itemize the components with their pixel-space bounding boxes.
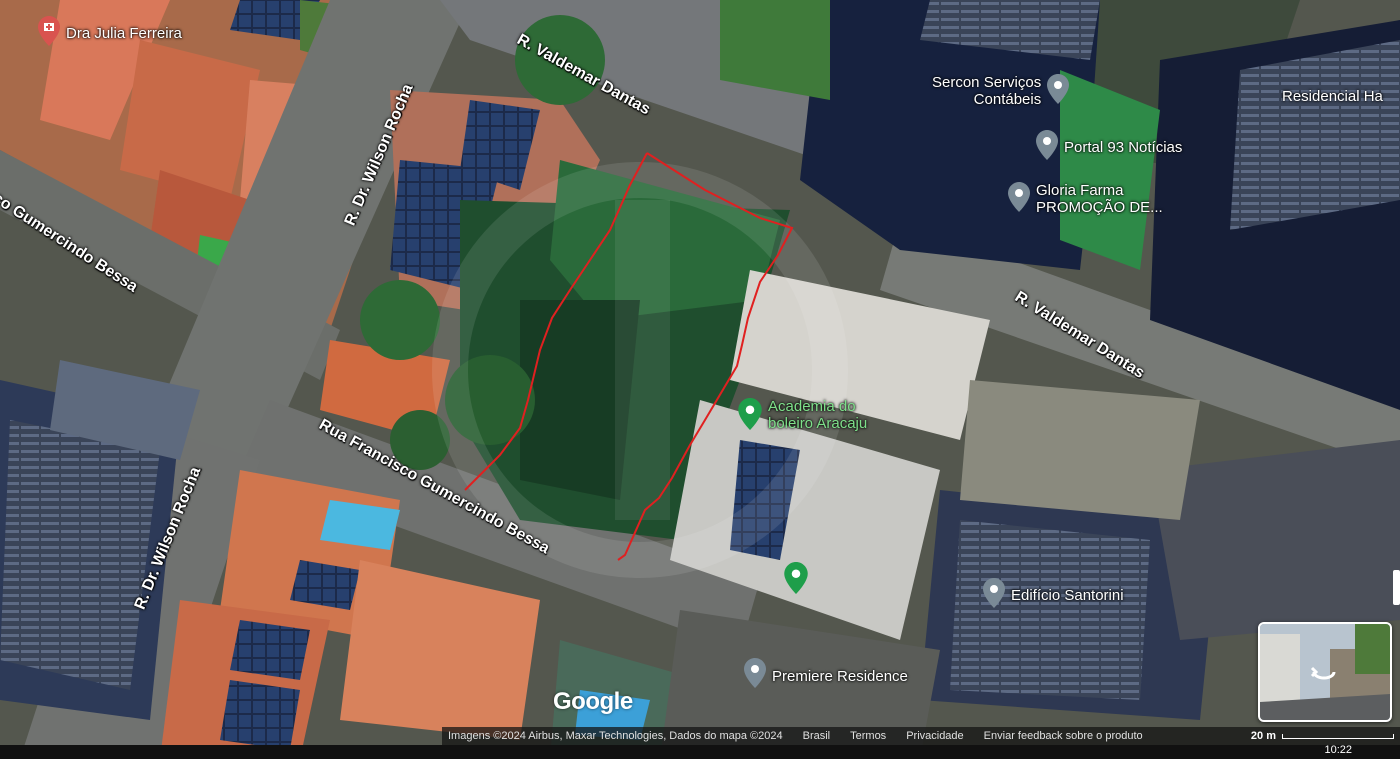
poi-residencial[interactable]: Residencial Ha	[1282, 88, 1383, 105]
scale-label: 20 m	[1250, 730, 1276, 742]
poi-academia[interactable]: Academia do boleiro Aracaju	[738, 398, 867, 432]
poi-name: Residencial Ha	[1282, 88, 1383, 105]
map-edge-control[interactable]	[1393, 570, 1400, 605]
scale-bar	[1282, 733, 1394, 739]
satellite-map[interactable]: R. Valdemar Dantas R. Valdemar Dantas R.…	[0, 0, 1400, 759]
poi-name-line1: Sercon Serviços	[932, 74, 1042, 91]
poi-name: Portal 93 Notícias	[1064, 139, 1183, 156]
unnamed-place-pin[interactable]	[784, 562, 808, 599]
place-pin-icon	[738, 398, 762, 430]
privacy-link[interactable]: Privacidade	[906, 730, 963, 742]
poi-name: Dra Julia Ferreira	[66, 25, 182, 42]
poi-sercon[interactable]: Sercon Serviços Contábeis	[932, 74, 1070, 108]
street-view-thumbnail[interactable]	[1258, 622, 1392, 722]
terms-link[interactable]: Termos	[850, 730, 886, 742]
medical-pin-icon	[38, 16, 60, 46]
google-logo: Google	[553, 688, 633, 715]
taskbar-clock: 10:22	[1324, 744, 1352, 756]
scale-control[interactable]: 20 m	[1251, 730, 1394, 742]
attribution-bar: Imagens ©2024 Airbus, Maxar Technologies…	[442, 727, 1400, 745]
place-pin-icon	[1047, 74, 1070, 104]
poi-name: Premiere Residence	[772, 668, 908, 685]
poi-premiere-residence[interactable]: Premiere Residence	[744, 658, 908, 688]
poi-edificio-santorini[interactable]: Edifício Santorini	[983, 578, 1124, 608]
poi-name-line2: Contábeis	[973, 91, 1042, 108]
poi-name-line1: Academia do	[768, 398, 856, 415]
place-pin-icon	[784, 562, 808, 594]
poi-portal-93[interactable]: Portal 93 Notícias	[1036, 130, 1182, 160]
imagery-credit: Imagens ©2024 Airbus, Maxar Technologies…	[448, 730, 783, 742]
place-pin-icon	[983, 578, 1005, 608]
street-view-preview-image	[1260, 624, 1390, 720]
taskbar: 10:22	[0, 744, 1400, 759]
place-pin-icon	[1008, 182, 1030, 212]
poi-dra-julia-ferreira[interactable]: Dra Julia Ferreira	[38, 16, 182, 46]
parcel-outline	[464, 152, 794, 561]
country-link[interactable]: Brasil	[803, 730, 831, 742]
place-pin-icon	[1036, 130, 1058, 160]
feedback-link[interactable]: Enviar feedback sobre o produto	[984, 730, 1143, 742]
poi-name-line2: PROMOÇÃO DE...	[1036, 199, 1163, 216]
poi-name-line1: Gloria Farma	[1036, 182, 1124, 199]
poi-name-line2: boleiro Aracaju	[768, 415, 868, 432]
poi-name: Edifício Santorini	[1011, 587, 1124, 604]
place-pin-icon	[744, 658, 766, 688]
poi-gloria-farma[interactable]: Gloria Farma PROMOÇÃO DE...	[1008, 182, 1163, 216]
